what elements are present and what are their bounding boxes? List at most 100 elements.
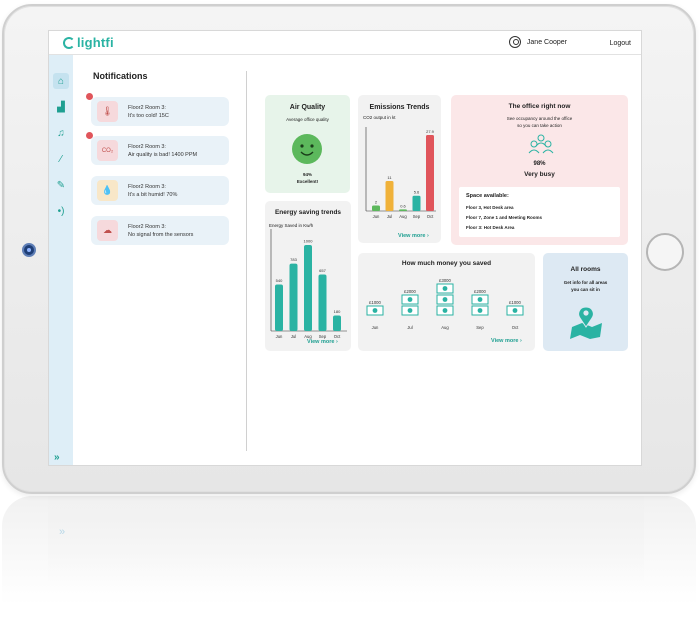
bar xyxy=(304,245,312,331)
tick-label: Jun xyxy=(373,214,380,219)
money-card[interactable]: How much money you saved £1000 Jun £2000 Ju… xyxy=(358,253,535,351)
notification-message: It's a bit humid! 70% xyxy=(128,192,178,198)
data-label: 783 xyxy=(290,257,297,262)
chart-icon[interactable]: ⁄ xyxy=(53,151,69,167)
air-quality-subtitle: Average office quality xyxy=(286,117,329,122)
thermometer-icon: 🌡 xyxy=(97,101,118,122)
no-signal-icon: ☁ xyxy=(97,220,118,241)
logo-icon xyxy=(63,36,75,49)
tick-label: Jul xyxy=(407,325,412,330)
space-item[interactable]: Floor 3, Hot Desk area xyxy=(466,205,514,210)
money-title: How much money you saved xyxy=(401,260,492,267)
tick-label: Oct xyxy=(512,325,519,330)
bell-icon[interactable]: ♫ xyxy=(53,125,69,141)
notification-text: Floor2 Room 3: No signal from the sensors xyxy=(128,223,193,239)
notification-item[interactable]: CO₂ Floor2 Room 3: Air quality is bad! 140… xyxy=(86,132,229,165)
notification-location: Floor2 Room 3: xyxy=(128,224,166,230)
unread-dot xyxy=(86,132,93,139)
notification-text: Floor2 Room 3: It's too cold! 15C xyxy=(128,104,169,120)
all-rooms-card[interactable]: All rooms Get info for all areas you can… xyxy=(543,253,628,351)
occupancy-subtitle-2: so you can take action xyxy=(517,123,562,128)
occupancy-subtitle-1: See occupancy around the office xyxy=(506,116,573,121)
bar xyxy=(426,135,434,211)
bar xyxy=(289,263,298,331)
building-icon[interactable]: ▟ xyxy=(53,99,69,115)
notifications-title: Notifications xyxy=(93,71,148,81)
data-label: £1000 xyxy=(369,300,381,305)
energy-chart: 540Jun783Jul1000Aug657Sep180Oct xyxy=(270,229,347,339)
air-quality-title: Air Quality xyxy=(289,104,326,111)
all-rooms-subtitle-2: you can sit in xyxy=(571,287,600,292)
notification-item[interactable]: 🌡 Floor2 Room 3: It's too cold! 15C xyxy=(86,93,229,126)
data-label: 27.9 xyxy=(426,129,435,134)
emissions-card[interactable]: Emissions Trends CO2 output in kt 2 Jun 11… xyxy=(358,95,441,243)
air-quality-card[interactable]: Air Quality Average office quality 94% E… xyxy=(265,95,350,193)
notification-message: It's too cold! 15C xyxy=(128,113,169,119)
reflection-expand-icon: » xyxy=(59,526,66,538)
tick-label: Sep xyxy=(413,214,421,219)
emissions-ylabel: CO2 output in kt xyxy=(363,115,396,120)
emissions-title: Emissions Trends xyxy=(369,104,430,111)
notification-location: Floor2 Room 3: xyxy=(128,144,166,150)
logout-button[interactable]: Logout xyxy=(610,40,631,47)
space-available-title: Space available: xyxy=(466,193,509,199)
space-item[interactable]: Floor 7, Zone 1 and Meeting Rooms xyxy=(466,215,542,220)
data-label: 540 xyxy=(276,278,283,283)
user-menu[interactable]: Jane Cooper xyxy=(508,36,567,48)
top-bar: lightfi Jane Cooper Logout xyxy=(49,31,641,55)
energy-card[interactable]: Energy saving trends Energy Saved in Kw/… xyxy=(265,201,351,351)
data-label: 2 xyxy=(375,200,378,205)
data-label: £2000 xyxy=(404,289,416,294)
unread-dot xyxy=(86,93,93,100)
sidebar-expand-button[interactable]: » xyxy=(54,452,60,463)
bar xyxy=(372,205,380,211)
sensor-icon[interactable]: •) xyxy=(53,203,69,219)
tick-label: Jul xyxy=(387,214,392,219)
emissions-view-more-link[interactable]: View more › xyxy=(398,233,429,239)
map-pin-icon xyxy=(570,306,602,339)
banknote-icon xyxy=(436,283,454,294)
tick-label: Oct xyxy=(427,214,434,219)
occupancy-card[interactable]: The office right now See occupancy aroun… xyxy=(451,95,628,245)
notification-item[interactable]: 💧 Floor2 Room 3: It's a bit humid! 70% xyxy=(91,176,229,205)
data-label: 5.6 xyxy=(414,190,420,195)
co2-icon: CO₂ xyxy=(97,140,118,161)
people-icon xyxy=(528,134,554,154)
banknote-icon xyxy=(401,294,419,305)
all-rooms-title: All rooms xyxy=(570,266,601,273)
droplet-icon: 💧 xyxy=(97,180,118,201)
banknote-icon xyxy=(366,305,384,316)
banknote-icon xyxy=(506,305,524,316)
energy-view-more-link[interactable]: View more › xyxy=(307,339,338,345)
notification-item[interactable]: ☁ Floor2 Room 3: No signal from the sensor… xyxy=(91,216,229,245)
bar xyxy=(275,284,283,331)
tick-label: Sep xyxy=(476,325,484,330)
data-label: 657 xyxy=(319,268,326,273)
tablet-reflection: » xyxy=(2,496,696,632)
occupancy-value: 98% xyxy=(533,161,546,167)
user-name: Jane Cooper xyxy=(526,38,567,46)
money-view-more-link[interactable]: View more › xyxy=(491,338,522,344)
emissions-view-more-label: View more xyxy=(398,233,426,239)
air-quality-status: Excellent! xyxy=(296,179,319,184)
data-label: 1000 xyxy=(304,239,314,244)
energy-title: Energy saving trends xyxy=(274,209,342,216)
tick-label: Jul xyxy=(291,334,296,339)
logo[interactable]: lightfi xyxy=(63,35,114,50)
banknote-icon xyxy=(401,305,419,316)
banknote-icon xyxy=(471,305,489,316)
bar xyxy=(412,195,421,211)
banknote-icon xyxy=(471,294,489,305)
data-label: £1000 xyxy=(509,300,521,305)
occupancy-title: The office right now xyxy=(508,103,571,110)
notification-text: Floor2 Room 3: Air quality is bad! 1400 P… xyxy=(128,143,197,159)
home-icon[interactable]: ⌂ xyxy=(53,73,69,89)
notification-message: Air quality is bad! 1400 PPM xyxy=(128,152,198,158)
banknote-icon xyxy=(436,294,454,305)
notification-text: Floor2 Room 3: It's a bit humid! 70% xyxy=(128,183,177,199)
air-quality-value: 94% xyxy=(302,172,312,177)
wrench-icon[interactable]: ✎ xyxy=(53,177,69,193)
space-item[interactable]: Floor 3: Hot Desk Area xyxy=(466,225,514,230)
home-button[interactable] xyxy=(646,233,684,271)
data-label: £3000 xyxy=(439,278,451,283)
